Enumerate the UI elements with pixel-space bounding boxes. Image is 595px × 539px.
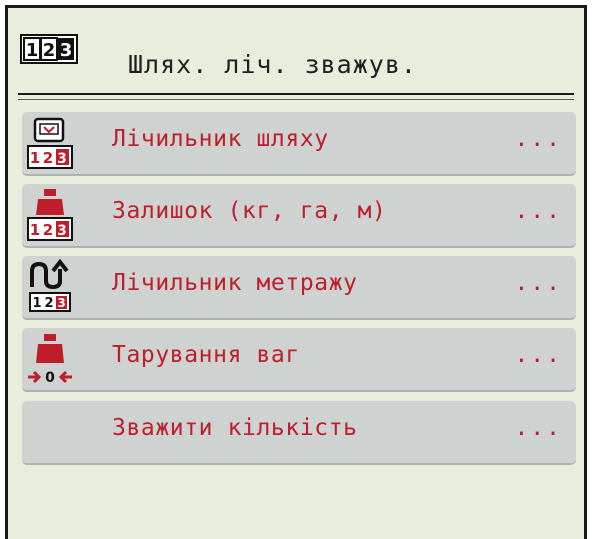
header: 1 2 3 Шлях. ліч. зважув. <box>8 8 584 90</box>
header-divider-thin <box>18 99 574 100</box>
svg-text:3: 3 <box>60 40 73 61</box>
more-indicator: ... <box>514 415 562 441</box>
menu-item-label: Залишок (кг, га, м) <box>112 198 387 224</box>
more-indicator: ... <box>514 126 562 152</box>
svg-text:3: 3 <box>57 151 67 167</box>
more-indicator: ... <box>514 342 562 368</box>
menu-screen: 1 2 3 Шлях. ліч. зважув. 1 2 3 Лічильник… <box>5 5 587 539</box>
svg-text:2: 2 <box>44 296 53 311</box>
svg-text:2: 2 <box>43 149 53 167</box>
menu-item-tare-scale[interactable]: 0 Тарування ваг ... <box>22 328 576 392</box>
more-indicator: ... <box>514 198 562 224</box>
svg-text:2: 2 <box>43 221 53 239</box>
svg-text:1: 1 <box>30 149 40 167</box>
remaining-weight-icon: 1 2 3 <box>26 187 74 245</box>
menu-item-trip-counter[interactable]: 1 2 3 Лічильник шляху ... <box>22 112 576 176</box>
svg-text:2: 2 <box>43 40 56 61</box>
menu-item-label: Лічильник метражу <box>112 270 358 296</box>
meter-counter-icon: 1 2 3 <box>26 258 74 317</box>
trip-counter-icon: 1 2 3 <box>26 115 74 173</box>
svg-text:1: 1 <box>30 221 40 239</box>
counter-icon: 1 2 3 <box>20 34 78 68</box>
menu-item-label: Тарування ваг <box>112 342 300 368</box>
page-title: Шлях. ліч. зважув. <box>128 50 417 79</box>
svg-text:0: 0 <box>45 370 55 386</box>
menu-item-meter-counter[interactable]: 1 2 3 Лічильник метражу ... <box>22 256 576 320</box>
svg-text:3: 3 <box>57 223 67 239</box>
menu-item-label: Зважити кількість <box>112 415 358 441</box>
svg-text:1: 1 <box>26 40 39 61</box>
svg-text:3: 3 <box>57 296 65 310</box>
tare-scale-icon: 0 <box>26 331 74 389</box>
menu-item-weigh-quantity[interactable]: Зважити кількість ... <box>22 401 576 465</box>
menu-item-label: Лічильник шляху <box>112 126 329 152</box>
svg-text:1: 1 <box>32 296 41 311</box>
menu-item-remaining[interactable]: 1 2 3 Залишок (кг, га, м) ... <box>22 184 576 248</box>
header-divider <box>18 93 574 95</box>
more-indicator: ... <box>514 270 562 296</box>
